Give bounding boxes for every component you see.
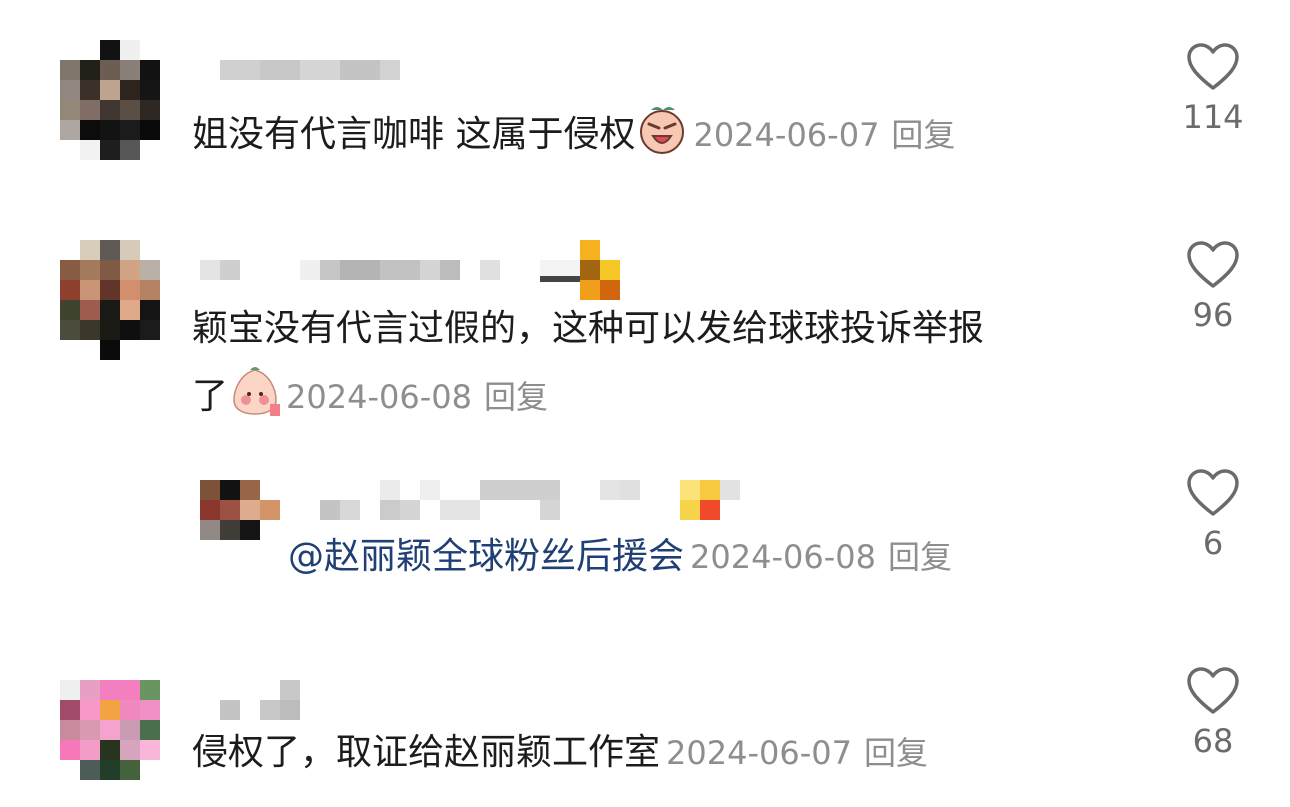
comment-text: @赵丽颖全球粉丝后援会 2024-06-08 回复: [288, 530, 952, 584]
reply-button[interactable]: 回复: [888, 538, 952, 576]
comment-body: 了: [192, 376, 229, 417]
reply-button[interactable]: 回复: [864, 734, 928, 772]
shy-peach-emoji: [230, 366, 283, 418]
comment-body: 姐没有代言咖啡 这属于侵权: [192, 114, 636, 155]
reply-button[interactable]: 回复: [484, 378, 548, 416]
heart-outline-icon: [1187, 469, 1239, 516]
like-count: 96: [1192, 296, 1234, 334]
reply-item: @赵丽颖全球粉丝后援会 2024-06-08 回复 6: [0, 440, 1290, 620]
like-button[interactable]: 68: [1170, 666, 1256, 760]
comment-item: 颖宝没有代言过假的，这种可以发给球球投诉举报 了 2024-06-08 回复 96: [0, 200, 1290, 440]
comment-text: 侵权了，取证给赵丽颖工作室 2024-06-07 回复: [192, 726, 928, 780]
reply-button[interactable]: 回复: [891, 116, 955, 154]
like-button[interactable]: 96: [1170, 240, 1256, 334]
like-count: 68: [1192, 722, 1234, 760]
comment-text-line2: 了 2024-06-08 回复: [192, 366, 548, 424]
comment-text: 颖宝没有代言过假的，这种可以发给球球投诉举报: [192, 302, 984, 356]
comment-body: 侵权了，取证给赵丽颖工作室: [192, 732, 661, 773]
comment-body: 颖宝没有代言过假的，这种可以发给球球投诉举报: [192, 308, 985, 349]
avatar[interactable]: [200, 480, 280, 540]
comment-item: 侵权了，取证给赵丽颖工作室 2024-06-07 回复 68: [0, 620, 1290, 807]
like-button[interactable]: 114: [1170, 42, 1256, 136]
user-level-badge: [580, 240, 620, 300]
avatar[interactable]: [60, 680, 160, 780]
comment-date: 2024-06-07: [693, 116, 880, 154]
heart-outline-icon: [1187, 241, 1239, 288]
like-button[interactable]: 6: [1170, 468, 1256, 562]
comment-item: 姐没有代言咖啡 这属于侵权 2024-06-07 回复 114: [0, 0, 1290, 200]
comment-date: 2024-06-07: [666, 734, 852, 772]
username-blurred[interactable]: [300, 480, 740, 520]
username-blurred[interactable]: [220, 680, 300, 720]
crying-face-emoji: [637, 104, 687, 154]
avatar[interactable]: [60, 40, 160, 160]
username-blurred[interactable]: [220, 60, 400, 82]
comment-date: 2024-06-08: [690, 538, 876, 576]
avatar[interactable]: [60, 240, 160, 360]
comment-date: 2024-06-08: [286, 378, 472, 416]
user-level-badge: [680, 480, 740, 520]
comment-text: 姐没有代言咖啡 这属于侵权 2024-06-07 回复: [192, 104, 955, 162]
like-count: 6: [1202, 524, 1224, 562]
heart-outline-icon: [1187, 43, 1239, 90]
mention-link[interactable]: @赵丽颖全球粉丝后援会: [288, 536, 684, 577]
like-count: 114: [1182, 98, 1244, 136]
username-blurred[interactable]: [200, 260, 580, 282]
heart-outline-icon: [1187, 667, 1239, 714]
